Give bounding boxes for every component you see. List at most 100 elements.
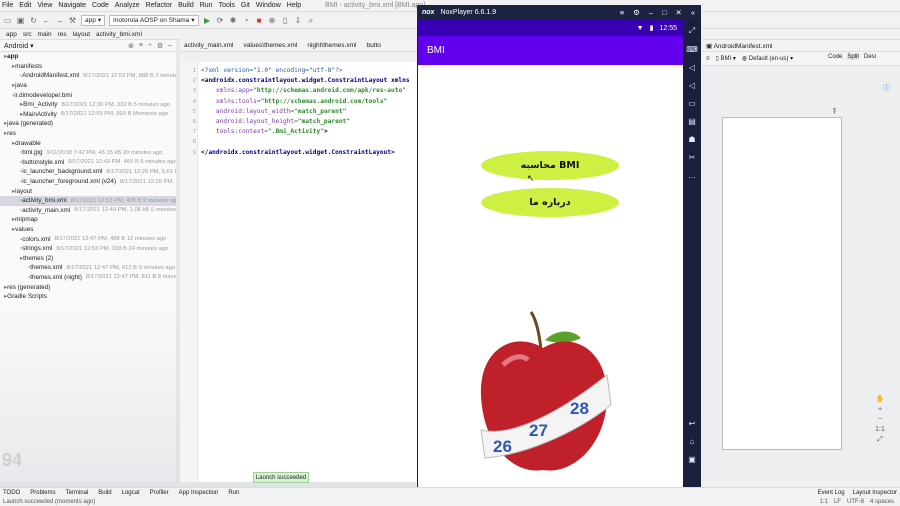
collapse-icon[interactable]: ≡	[139, 42, 143, 50]
menu-item-build[interactable]: Build	[178, 2, 194, 9]
avd-manager-icon[interactable]: ▯	[281, 16, 290, 25]
breadcrumb-item[interactable]: src	[23, 31, 32, 38]
menu-item-edit[interactable]: Edit	[19, 2, 31, 9]
module-select[interactable]: app ▾	[81, 14, 106, 26]
breadcrumb-item[interactable]: app	[6, 31, 17, 38]
bottom-tab[interactable]: Problems	[30, 490, 55, 496]
view-design[interactable]: Desi	[864, 54, 876, 60]
device-preview-select[interactable]: ▯ BMI ▾	[716, 55, 736, 62]
tree-row[interactable]: ▸ values	[0, 225, 176, 235]
settings-icon[interactable]: ⚙	[633, 8, 640, 17]
forward-icon[interactable]: →	[55, 16, 64, 25]
menu-icon[interactable]: ≡	[620, 8, 624, 17]
menu-item-git[interactable]: Git	[241, 2, 250, 9]
tree-row[interactable]: ▫ AndroidManifest.xml 8/17/2021 12:53 PM,…	[0, 71, 176, 81]
editor-tab[interactable]: night\themes.xml	[307, 42, 356, 49]
back-nav-icon[interactable]: ↩	[689, 419, 696, 428]
hide-icon[interactable]: –	[168, 42, 172, 50]
apk-icon[interactable]: ▤	[688, 117, 696, 126]
tree-row[interactable]: ▫ ic_launcher_foreground.xml (v24) 8/17/2…	[0, 177, 176, 187]
recents-nav-icon[interactable]: ▣	[688, 455, 696, 464]
expand-icon[interactable]: ÷	[148, 42, 152, 50]
volume-down-icon[interactable]: ◁	[689, 81, 695, 90]
calculate-bmi-button[interactable]: محاسبه BMI	[481, 151, 619, 180]
tab-android-manifest[interactable]: ▣ AndroidManifest.xml	[706, 42, 772, 50]
save-icon[interactable]: ▣	[16, 16, 25, 25]
tree-row[interactable]: ▸ res	[0, 129, 176, 139]
minimize-icon[interactable]: –	[649, 8, 653, 17]
menu-item-run[interactable]: Run	[200, 2, 213, 9]
device-select[interactable]: motorola AOSP on Shama ▾	[109, 14, 199, 26]
zoom-out-icon[interactable]: −	[878, 416, 882, 423]
bottom-tab[interactable]: TODO	[3, 490, 20, 496]
tree-row[interactable]: ▸ app	[0, 52, 176, 62]
editor-tab[interactable]: values\themes.xml	[243, 42, 297, 49]
scissors-icon[interactable]: ✂	[689, 153, 696, 162]
bottom-tab[interactable]: Build	[98, 490, 111, 496]
profile-icon[interactable]: ◔	[242, 16, 251, 25]
menu-item-tools[interactable]: Tools	[219, 2, 235, 9]
breadcrumb-item[interactable]: res	[58, 31, 67, 38]
sdk-manager-icon[interactable]: ⇩	[294, 16, 303, 25]
tree-row[interactable]: ▸ res (generated)	[0, 282, 176, 292]
menu-item-view[interactable]: View	[37, 2, 52, 9]
tree-row[interactable]: ▫ colors.xml 8/17/2021 12:47 PM, 488 B 12…	[0, 234, 176, 244]
zoom-reset-icon[interactable]: 1:1	[875, 426, 885, 433]
editor-tab[interactable]: activity_main.xml	[184, 42, 233, 49]
gradle-icon[interactable]: ⊕	[268, 16, 277, 25]
about-us-button[interactable]: درباره ما	[481, 188, 619, 217]
sync-icon[interactable]: ↻	[29, 16, 38, 25]
editor-tab[interactable]: butto	[366, 42, 380, 49]
bottom-right-tab[interactable]: Layout Inspector	[853, 490, 897, 496]
tree-row[interactable]: ▸ MainActivity 8/17/2021 12:55 PM, 993 B …	[0, 110, 176, 120]
layers-icon[interactable]: ≡	[706, 56, 710, 62]
menu-item-file[interactable]: File	[2, 2, 13, 9]
bottom-right-tab[interactable]: Event Log	[818, 490, 845, 496]
tree-row[interactable]: ▫ activity_main.xml 8/17/2021 12:49 PM, 1…	[0, 206, 176, 216]
run-icon[interactable]: ▶	[203, 16, 212, 25]
maximize-icon[interactable]: □	[662, 8, 667, 17]
project-view-select[interactable]: Android ▾	[4, 42, 34, 50]
tree-row[interactable]: ▸ Bmi_Activity 8/17/2021 12:30 PM, 332 B …	[0, 100, 176, 110]
tree-row[interactable]: ▫ activity_bmi.xml 8/17/2021 12:53 PM, 40…	[0, 195, 176, 206]
tree-row[interactable]: ▫ ir.dimodeveloper.bmi	[0, 90, 176, 100]
menu-item-analyze[interactable]: Analyze	[115, 2, 140, 9]
tree-row[interactable]: ▫ strings.xml 8/17/2021 12:53 PM, 168 B 2…	[0, 244, 176, 254]
bottom-tab[interactable]: App Inspection	[179, 490, 219, 496]
breadcrumb-item[interactable]: main	[38, 31, 52, 38]
search-icon[interactable]: ⌕	[307, 16, 316, 25]
status-item[interactable]: 1:1	[820, 499, 828, 505]
tree-row[interactable]: ▸ themes (2)	[0, 253, 176, 263]
home-nav-icon[interactable]: ⌂	[690, 437, 695, 446]
close-icon[interactable]: ✕	[676, 8, 682, 17]
locale-select[interactable]: ◍ Default (en-us) ▾	[742, 55, 793, 62]
settings-gear-icon[interactable]: ⚙	[157, 42, 163, 50]
tree-row[interactable]: ▫ bmi.jpg 9/11/2018 7:42 PM, 43.15 kB 20 …	[0, 148, 176, 158]
menu-item-window[interactable]: Window	[256, 2, 281, 9]
menu-item-code[interactable]: Code	[92, 2, 109, 9]
locate-icon[interactable]: ⊕	[128, 42, 134, 50]
pan-icon[interactable]: ✋	[876, 395, 885, 403]
tree-row[interactable]: ▸ layout	[0, 186, 176, 196]
bottom-tab[interactable]: Terminal	[66, 490, 89, 496]
tree-row[interactable]: ▸ manifests	[0, 62, 176, 72]
code-content[interactable]: <?xml version="1.0" encoding="utf-8"?> <a…	[201, 66, 410, 158]
menu-item-help[interactable]: Help	[287, 2, 301, 9]
fullscreen-icon[interactable]: ⤢	[689, 26, 695, 36]
menu-item-refactor[interactable]: Refactor	[146, 2, 172, 9]
more-icon[interactable]: …	[688, 171, 696, 180]
robot-icon[interactable]: ☗	[688, 135, 695, 144]
status-item[interactable]: 4 spaces	[870, 499, 894, 505]
debug-icon[interactable]: ✱	[229, 16, 238, 25]
bottom-tab[interactable]: Run	[228, 490, 239, 496]
tree-row[interactable]: ▸ java	[0, 81, 176, 91]
zoom-fit-icon[interactable]: ⤢	[877, 436, 883, 444]
tree-row[interactable]: ▸ mipmap	[0, 215, 176, 225]
tree-row[interactable]: ▫ themes.xml (night) 8/17/2021 12:47 PM, …	[0, 273, 176, 283]
tree-row[interactable]: ▸ java (generated)	[0, 119, 176, 129]
menu-item-navigate[interactable]: Navigate	[58, 2, 86, 9]
zoom-in-icon[interactable]: +	[878, 406, 882, 413]
apply-changes-icon[interactable]: ⟳	[216, 16, 225, 25]
breadcrumb-item[interactable]: layout	[73, 31, 90, 38]
bottom-tab[interactable]: Logcat	[122, 490, 140, 496]
